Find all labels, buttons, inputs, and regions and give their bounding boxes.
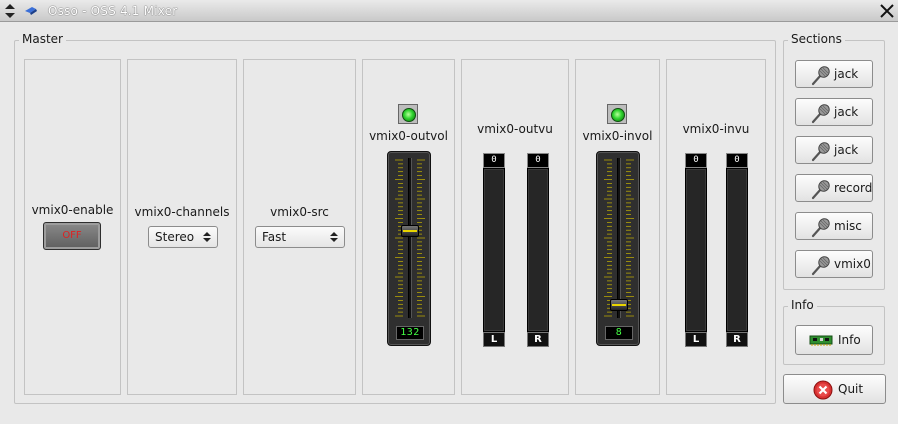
channels-label: vmix0-channels: [134, 205, 230, 219]
invol-slider[interactable]: 8: [596, 151, 640, 346]
section-button-record-3[interactable]: record: [795, 174, 873, 202]
invol-panel: vmix0-invol 8: [575, 59, 660, 395]
title-bar: Osso - OSS 4.1 Mixer: [0, 0, 898, 22]
section-button-label: jack: [834, 105, 859, 119]
close-icon[interactable]: [876, 0, 898, 22]
invu-left-peak: 0: [685, 153, 707, 168]
info-group-title: Info: [788, 298, 817, 312]
slider-groove: [408, 158, 412, 318]
outvu-left-channel-label: L: [483, 332, 505, 347]
src-panel: vmix0-src Fast: [243, 59, 356, 395]
microphone-icon: [810, 216, 832, 238]
window-title: Osso - OSS 4.1 Mixer: [48, 4, 178, 18]
outvu-right-peak: 0: [527, 153, 549, 168]
invu-label: vmix0-invu: [682, 122, 750, 136]
invol-label: vmix0-invol: [582, 129, 653, 143]
src-select-value: Fast: [262, 230, 287, 244]
section-button-jack-2[interactable]: jack: [795, 136, 873, 164]
microphone-icon: [810, 102, 832, 124]
section-button-jack-0[interactable]: jack: [795, 60, 873, 88]
vu-bar: [685, 168, 707, 332]
invu-right-channel-label: R: [726, 332, 748, 347]
app-icon: [25, 7, 37, 15]
outvol-slider-handle[interactable]: [401, 224, 419, 237]
quit-button-label: Quit: [838, 382, 864, 396]
outvol-slider[interactable]: 132: [387, 151, 431, 346]
invol-mute-led-button[interactable]: [607, 104, 627, 124]
outvol-label: vmix0-outvol: [369, 129, 448, 143]
invol-slider-handle[interactable]: [610, 298, 628, 311]
updown-arrow-icon: [203, 232, 211, 242]
channels-panel: vmix0-channels Stereo: [127, 59, 237, 395]
enable-toggle-text: OFF: [62, 230, 82, 241]
outvol-mute-led-button[interactable]: [398, 104, 418, 124]
outvu-right-meter: 0 R: [527, 153, 549, 347]
invu-left-channel-label: L: [685, 332, 707, 347]
enable-panel: vmix0-enable OFF: [24, 59, 121, 395]
invu-left-meter: 0 L: [685, 153, 707, 347]
microphone-icon: [810, 178, 832, 200]
invu-right-peak: 0: [726, 153, 748, 168]
updown-arrow-icon: [330, 232, 338, 242]
section-button-label: misc: [834, 219, 862, 233]
slider-groove: [617, 158, 621, 318]
outvu-label: vmix0-outvu: [477, 122, 553, 136]
section-button-label: jack: [834, 143, 859, 157]
vu-bar: [726, 168, 748, 332]
microphone-icon: [810, 140, 832, 162]
microphone-icon: [810, 254, 832, 276]
src-label: vmix0-src: [270, 205, 329, 219]
outvu-left-meter: 0 L: [483, 153, 505, 347]
section-button-jack-1[interactable]: jack: [795, 98, 873, 126]
enable-label: vmix0-enable: [31, 203, 114, 217]
master-group-title: Master: [19, 32, 66, 46]
section-button-label: jack: [834, 67, 859, 81]
invol-readout: 8: [605, 326, 633, 340]
enable-toggle-button[interactable]: OFF: [43, 222, 101, 250]
channels-select-value: Stereo: [155, 230, 195, 244]
sound-card-icon: [809, 335, 833, 346]
sections-group-title: Sections: [788, 32, 845, 46]
section-button-vmix0-5[interactable]: vmix0: [795, 250, 873, 278]
invu-right-meter: 0 R: [726, 153, 748, 347]
outvol-readout: 132: [396, 326, 424, 340]
window-menu-icon[interactable]: [1, 1, 19, 21]
vu-bar: [483, 168, 505, 332]
src-select[interactable]: Fast: [255, 226, 345, 248]
microphone-icon: [810, 64, 832, 86]
section-button-label: record: [834, 181, 873, 195]
invu-panel: vmix0-invu 0 L 0 R: [666, 59, 766, 395]
outvu-left-peak: 0: [483, 153, 505, 168]
outvu-right-channel-label: R: [527, 332, 549, 347]
outvol-panel: vmix0-outvol 132: [362, 59, 455, 395]
outvu-panel: vmix0-outvu 0 L 0 R: [461, 59, 569, 395]
info-button-label: Info: [838, 333, 861, 347]
section-button-misc-4[interactable]: misc: [795, 212, 873, 240]
info-button[interactable]: Info: [795, 325, 873, 355]
quit-button[interactable]: Quit: [783, 374, 886, 404]
vu-bar: [527, 168, 549, 332]
channels-select[interactable]: Stereo: [148, 226, 218, 248]
quit-icon: [813, 380, 833, 400]
section-button-label: vmix0: [834, 257, 871, 271]
